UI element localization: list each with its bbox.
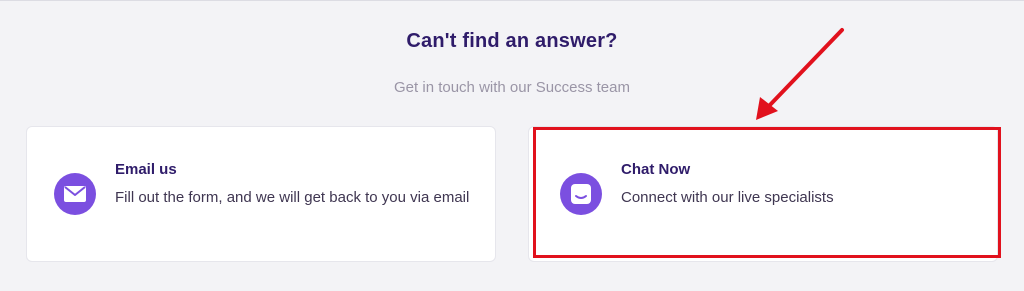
email-us-description: Fill out the form, and we will get back … (115, 189, 470, 206)
chat-now-title: Chat Now (621, 161, 691, 178)
mail-icon (54, 173, 96, 215)
chat-now-card[interactable]: Chat Now Connect with our live specialis… (528, 126, 998, 262)
section-heading: Can't find an answer? (406, 30, 618, 52)
chat-icon (560, 173, 602, 215)
top-divider (0, 0, 1024, 1)
section-subheading: Get in touch with our Success team (394, 79, 630, 96)
email-us-card[interactable]: Email us Fill out the form, and we will … (26, 126, 496, 262)
email-us-title: Email us (115, 161, 177, 178)
chat-now-description: Connect with our live specialists (621, 189, 834, 206)
